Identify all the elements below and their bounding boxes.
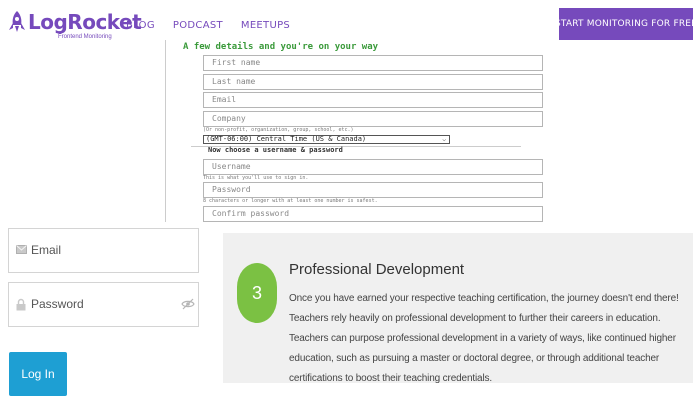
lock-icon (16, 298, 26, 311)
timezone-value: (GMT-06:00) Central Time (US & Canada) (206, 135, 367, 143)
company-hint: (Or non-profit, organization, group, sch… (203, 127, 354, 133)
confirm-password-field[interactable]: Confirm password (203, 206, 543, 222)
card-title: Professional Development (289, 261, 465, 278)
form-heading: A few details and you're on your way (183, 42, 379, 52)
eye-off-icon[interactable] (181, 298, 195, 310)
password-label: Password (31, 297, 84, 311)
envelope-icon (16, 245, 27, 254)
nav-meetups[interactable]: MEETUPS (241, 20, 290, 31)
logo-tagline: Frontend Monitoring (58, 34, 112, 40)
username-hint: This is what you'll use to sign in. (203, 175, 309, 181)
nav-blog[interactable]: BLOG (126, 20, 155, 31)
last-name-field[interactable]: Last name (203, 74, 543, 90)
first-name-field[interactable]: First name (203, 55, 543, 71)
step-card: 3 Professional Development Once you have… (223, 233, 693, 384)
rocket-icon (9, 11, 25, 32)
email-label: Email (31, 243, 62, 257)
timezone-select[interactable]: (GMT-06:00) Central Time (US & Canada) ⌵ (203, 135, 450, 144)
password-hint: 8 characters or longer with at least one… (203, 198, 378, 204)
login-email-input[interactable]: Email (8, 228, 199, 273)
email-field[interactable]: Email (203, 92, 543, 108)
password-field[interactable]: Password (203, 182, 543, 198)
step-number-badge: 3 (237, 263, 277, 323)
signup-form: A few details and you're on your way Fir… (165, 40, 550, 222)
company-field[interactable]: Company (203, 111, 543, 127)
logrocket-logo[interactable]: LogRocket Frontend Monitoring (8, 8, 142, 40)
main-nav: BLOG PODCAST MEETUPS (126, 20, 290, 31)
nav-podcast[interactable]: PODCAST (173, 20, 223, 31)
login-button[interactable]: Log In (9, 352, 67, 396)
card-body: Once you have earned your respective tea… (289, 293, 679, 384)
start-monitoring-button[interactable]: START MONITORING FOR FREE (555, 8, 697, 40)
login-password-input[interactable]: Password (8, 282, 199, 327)
chevron-down-icon: ⌵ (442, 136, 446, 143)
username-section-heading: Now choose a username & password (208, 146, 343, 154)
username-field[interactable]: Username (203, 159, 543, 175)
logo-name: LogRocket (28, 10, 142, 34)
